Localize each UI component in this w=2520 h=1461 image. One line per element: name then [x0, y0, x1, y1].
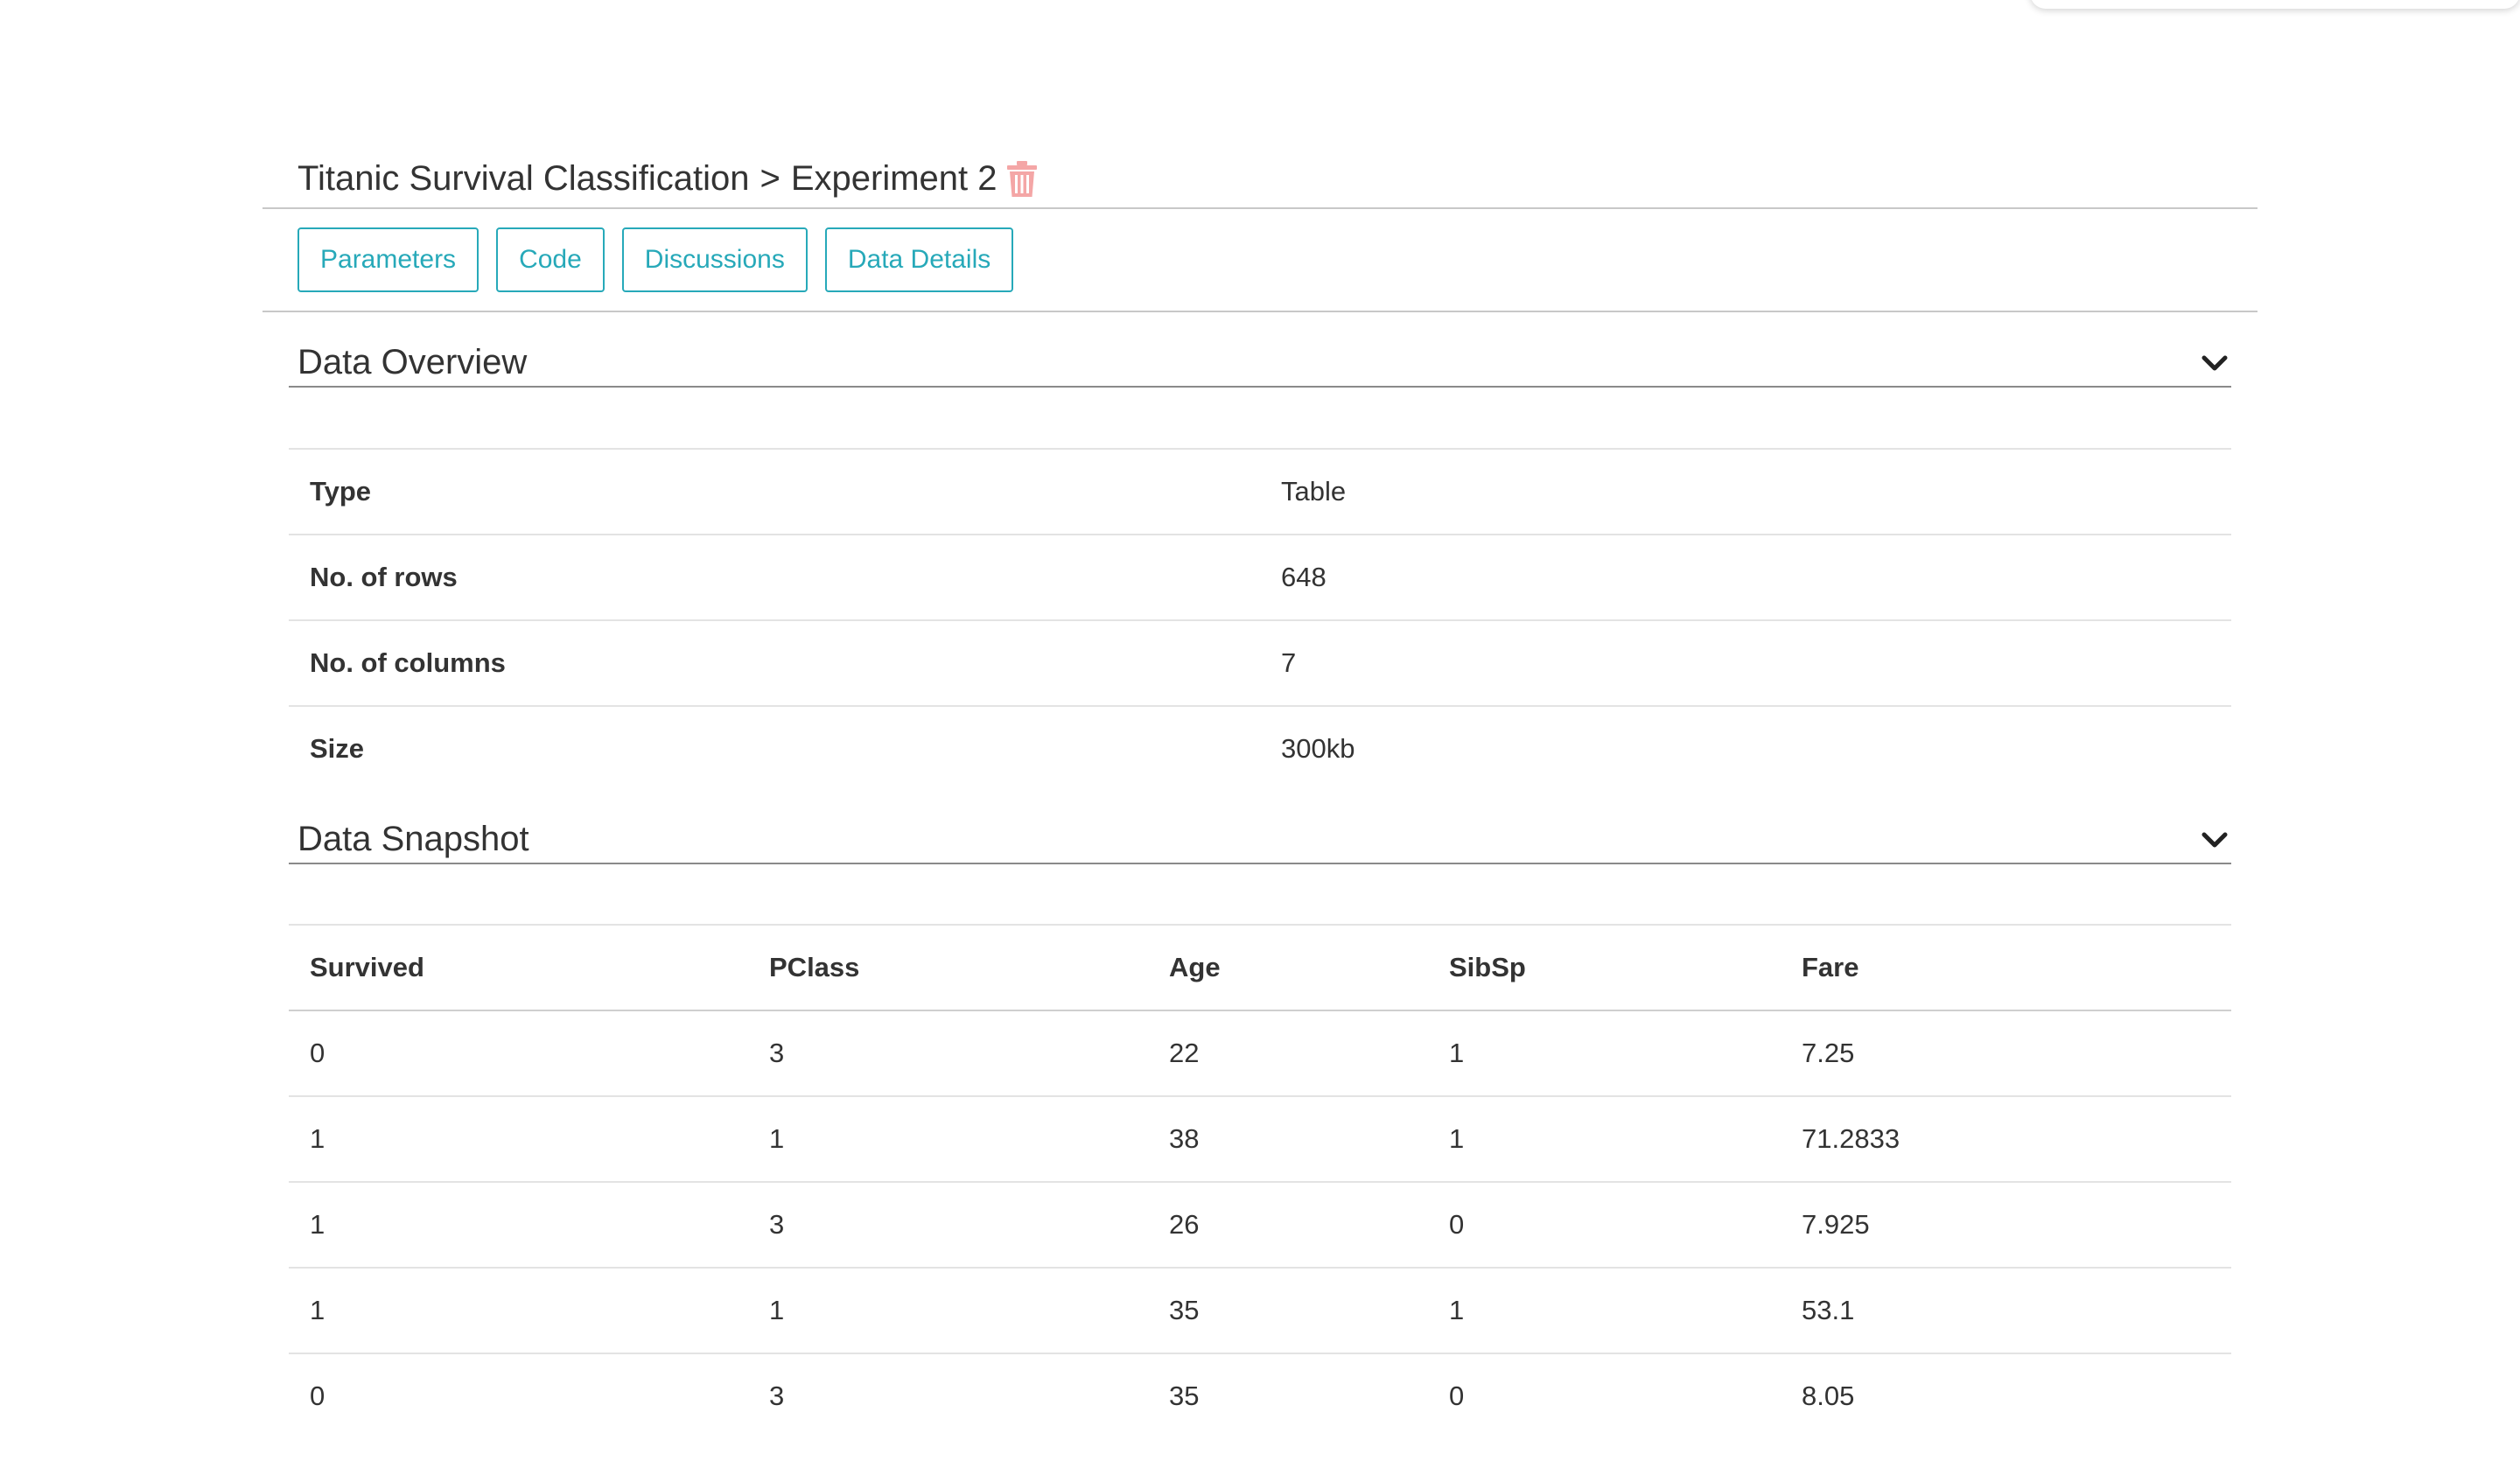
table-cell: 53.1	[1781, 1267, 2231, 1353]
trash-icon[interactable]	[1006, 160, 1038, 199]
table-cell: 0	[1428, 1353, 1781, 1438]
floating-panel-edge	[2030, 0, 2520, 9]
breadcrumb-project[interactable]: Titanic Survival Classification	[298, 159, 749, 199]
tab-discussions[interactable]: Discussions	[621, 227, 808, 292]
table-cell: 38	[1148, 1095, 1428, 1182]
table-cell: 1	[748, 1095, 1148, 1182]
table-row: 0 3 22 1 7.25	[289, 1010, 2231, 1096]
table-cell: 1	[1428, 1010, 1781, 1096]
table-cell: 1	[289, 1267, 748, 1353]
breadcrumb-experiment: Experiment 2	[790, 159, 998, 198]
table-cell: 1	[748, 1267, 1148, 1353]
divider	[262, 207, 2258, 209]
data-overview-table: Type Table No. of rows 648 No. of column…	[289, 448, 2231, 791]
row-label: No. of rows	[289, 534, 1260, 620]
table-cell: 35	[1148, 1353, 1428, 1438]
tab-bar: Parameters Code Discussions Data Details	[298, 227, 1014, 292]
table-header-row: Survived PClass Age SibSp Fare	[289, 924, 2231, 1011]
data-overview-header[interactable]: Data Overview	[289, 343, 2231, 388]
column-header: Survived	[289, 924, 748, 1011]
table-row: Size 300kb	[289, 705, 2231, 791]
table-row: No. of rows 648	[289, 534, 2231, 620]
row-label: Type	[289, 448, 1260, 535]
table-row: 0 3 35 0 8.05	[289, 1353, 2231, 1438]
table-cell: 7.925	[1781, 1181, 2231, 1268]
column-header: Age	[1148, 924, 1428, 1011]
table-cell: 22	[1148, 1010, 1428, 1096]
chevron-down-icon[interactable]	[2202, 832, 2228, 854]
table-cell: 1	[289, 1181, 748, 1268]
table-cell: 1	[1428, 1095, 1781, 1182]
table-cell: 3	[748, 1181, 1148, 1268]
table-cell: 7.25	[1781, 1010, 2231, 1096]
row-label: No. of columns	[289, 619, 1260, 706]
table-row: 1 1 35 1 53.1	[289, 1267, 2231, 1353]
table-cell: 35	[1148, 1267, 1428, 1353]
table-row: No. of columns 7	[289, 619, 2231, 706]
table-cell: 3	[748, 1353, 1148, 1438]
table-cell: 8.05	[1781, 1353, 2231, 1438]
row-label: Size	[289, 705, 1260, 791]
chevron-down-icon[interactable]	[2202, 355, 2228, 377]
row-value: 648	[1260, 534, 2231, 620]
row-value: 300kb	[1260, 705, 2231, 791]
table-cell: 1	[1428, 1267, 1781, 1353]
tab-code[interactable]: Code	[496, 227, 605, 292]
table-cell: 0	[1428, 1181, 1781, 1268]
tab-parameters[interactable]: Parameters	[298, 227, 480, 292]
table-row: 1 3 26 0 7.925	[289, 1181, 2231, 1268]
data-snapshot-table: Survived PClass Age SibSp Fare 0 3 22 1 …	[289, 924, 2231, 1438]
table-cell: 1	[289, 1095, 748, 1182]
breadcrumb-separator: >	[760, 159, 780, 198]
section-title: Data Overview	[298, 343, 528, 381]
column-header: SibSp	[1428, 924, 1781, 1011]
table-cell: 71.2833	[1781, 1095, 2231, 1182]
breadcrumb: Titanic Survival Classification > Experi…	[298, 159, 1038, 199]
row-value: 7	[1260, 619, 2231, 706]
row-value: Table	[1260, 448, 2231, 535]
table-cell: 3	[748, 1010, 1148, 1096]
table-row: Type Table	[289, 448, 2231, 535]
table-cell: 0	[289, 1010, 748, 1096]
table-row: 1 1 38 1 71.2833	[289, 1095, 2231, 1182]
column-header: Fare	[1781, 924, 2231, 1011]
tab-data-details[interactable]: Data Details	[824, 227, 1014, 292]
data-snapshot-header[interactable]: Data Snapshot	[289, 820, 2231, 864]
table-cell: 26	[1148, 1181, 1428, 1268]
table-cell: 0	[289, 1353, 748, 1438]
column-header: PClass	[748, 924, 1148, 1011]
section-title: Data Snapshot	[298, 820, 529, 858]
divider	[262, 311, 2258, 312]
